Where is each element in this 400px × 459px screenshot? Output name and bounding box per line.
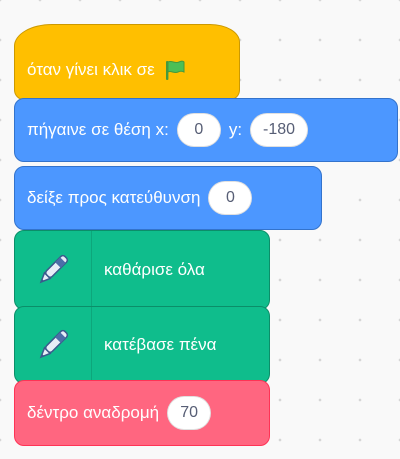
go-to-xy-block[interactable]: πήγαινε σε θέση x: 0 y: -180 <box>14 98 398 162</box>
pen-icon <box>39 329 69 359</box>
pen-icon <box>39 254 69 284</box>
pen-down-block[interactable]: κατέβασε πένα <box>14 306 270 384</box>
tree-recursion-block[interactable]: δέντρο αναδρομή 70 <box>14 380 270 446</box>
green-flag-icon <box>165 60 185 80</box>
point-in-direction-block[interactable]: δείξε προς κατεύθυνση 0 <box>14 166 322 230</box>
direction-input[interactable]: 0 <box>208 181 253 215</box>
x-input[interactable]: 0 <box>176 113 221 147</box>
pen-extension-icon-area <box>15 307 92 383</box>
y-input[interactable]: -180 <box>250 113 309 147</box>
go-to-label: πήγαινε σε θέση x: <box>27 120 169 139</box>
when-flag-label: όταν γίνει κλικ σε <box>27 60 155 79</box>
pen-clear-block[interactable]: καθάρισε όλα <box>14 230 270 310</box>
pen-down-label: κατέβασε πένα <box>104 335 217 354</box>
point-direction-label: δείξε προς κατεύθυνση <box>27 188 201 207</box>
pen-extension-icon-area <box>15 231 92 309</box>
y-label: y: <box>228 120 243 139</box>
tree-size-input[interactable]: 70 <box>167 396 212 430</box>
when-flag-clicked-block[interactable]: όταν γίνει κλικ σε <box>14 24 240 100</box>
tree-recursion-label: δέντρο αναδρομή <box>27 403 160 422</box>
clear-label: καθάρισε όλα <box>104 260 205 279</box>
